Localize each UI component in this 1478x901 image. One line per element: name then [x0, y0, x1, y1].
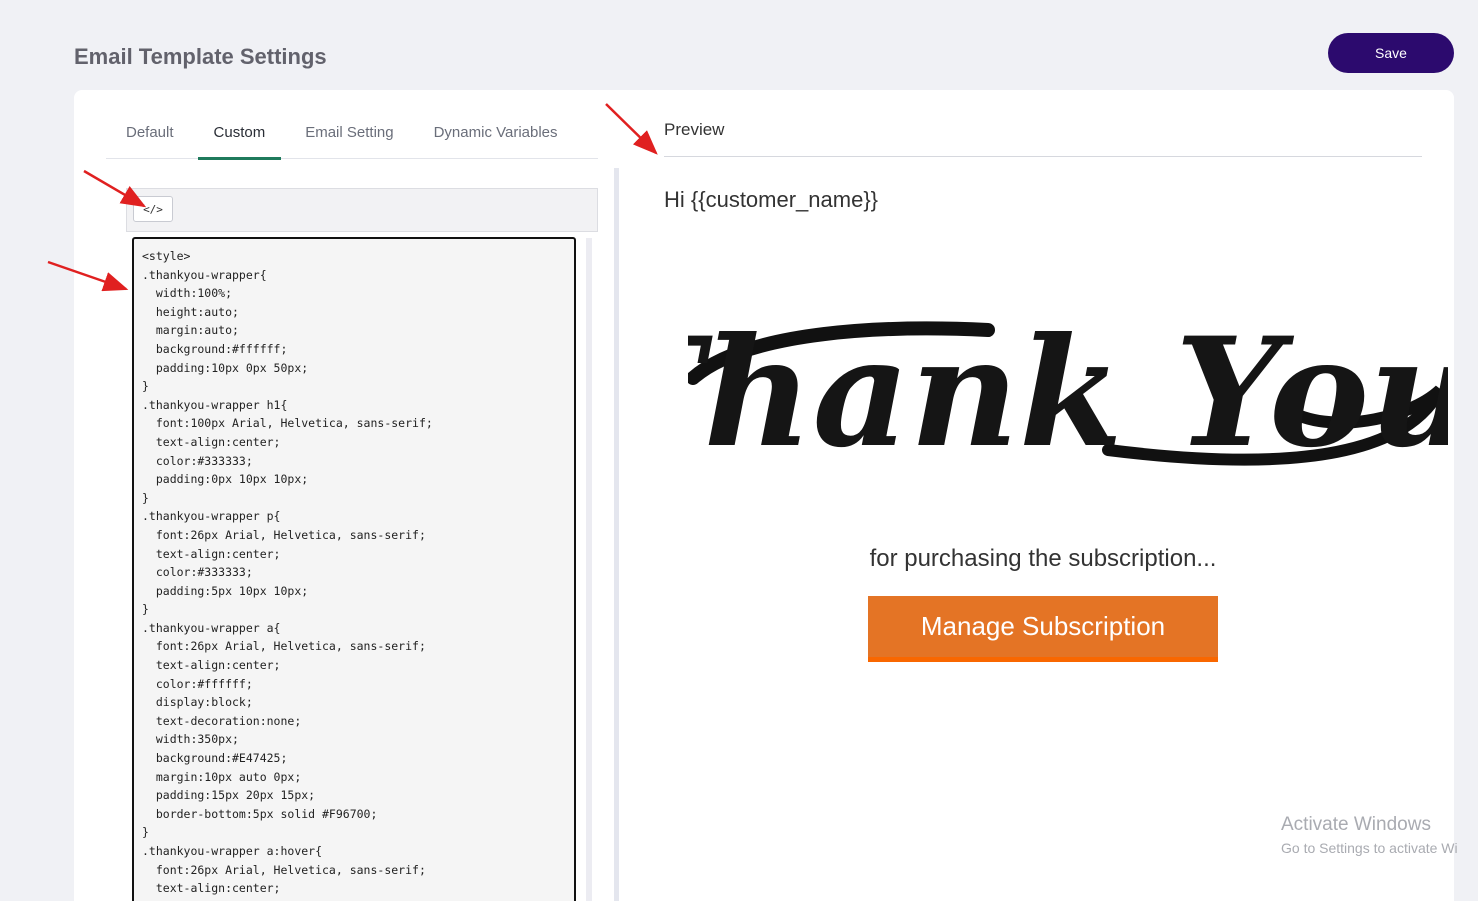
code-line: text-align:center;	[142, 546, 281, 561]
code-line: }	[142, 379, 149, 394]
code-line: }	[142, 490, 149, 505]
preview-divider	[664, 156, 1422, 157]
email-preview: Hi {{customer_name}} Thank You! for purc…	[664, 180, 1454, 880]
code-line: font:26px Arial, Helvetica, sans-serif;	[142, 862, 426, 877]
activate-windows-watermark: Activate Windows Go to Settings to activ…	[1281, 814, 1458, 856]
watermark-title: Activate Windows	[1281, 814, 1431, 835]
page-title: Email Template Settings	[74, 44, 327, 69]
preview-title: Preview	[664, 120, 725, 139]
code-line: }	[142, 602, 149, 617]
code-line: border-bottom:5px solid #F96700;	[142, 806, 378, 821]
code-line: color:#333333;	[142, 453, 253, 468]
code-line: .thankyou-wrapper a:hover{	[142, 844, 323, 858]
tab-default[interactable]: Default	[126, 118, 174, 159]
manage-subscription-button[interactable]: Manage Subscription	[868, 596, 1218, 662]
code-line: text-decoration:none;	[142, 713, 302, 728]
tab-dynamic-variables[interactable]: Dynamic Variables	[434, 118, 558, 159]
code-view-toggle-button[interactable]: </>	[133, 196, 173, 222]
code-line: .thankyou-wrapper h1{	[142, 397, 288, 412]
code-line: color:#ffffff;	[142, 676, 253, 691]
thank-you-art: Thank You!	[688, 305, 1448, 481]
code-line: text-align:center;	[142, 658, 281, 673]
code-line: padding:15px 20px 15px;	[142, 788, 316, 803]
code-line: font:26px Arial, Helvetica, sans-serif;	[142, 527, 426, 542]
code-line: font:100px Arial, Helvetica, sans-serif;	[142, 416, 433, 431]
code-line: color:#333333;	[142, 565, 253, 580]
settings-card: Default Custom Email Setting Dynamic Var…	[74, 90, 1454, 901]
editor-toolbar: </>	[126, 188, 598, 232]
code-line: text-align:center;	[142, 881, 281, 896]
watermark-subtitle: Go to Settings to activate Wi	[1281, 840, 1458, 856]
code-line: width:350px;	[142, 732, 239, 747]
code-line: margin:auto;	[142, 323, 239, 338]
code-line: background:#ffffff;	[142, 341, 288, 356]
code-line: font:26px Arial, Helvetica, sans-serif;	[142, 639, 426, 654]
greeting-text: Hi {{customer_name}}	[664, 187, 879, 212]
html-code-editor[interactable]: <style> .thankyou-wrapper{ width:100%; he…	[132, 237, 576, 901]
code-line: display:block;	[142, 695, 253, 710]
save-button[interactable]: Save	[1328, 33, 1454, 73]
code-line: .thankyou-wrapper{	[142, 267, 267, 282]
code-line: background:#E47425;	[142, 751, 288, 766]
code-line: width:100%;	[142, 286, 233, 301]
code-line: height:auto;	[142, 304, 239, 319]
thank-you-image: Thank You!	[688, 305, 1448, 481]
code-line: padding:10px 0px 50px;	[142, 360, 309, 375]
code-line: <style>	[142, 249, 191, 263]
purchase-message: for purchasing the subscription...	[869, 545, 1217, 572]
tab-email-setting[interactable]: Email Setting	[305, 118, 393, 159]
panel-divider[interactable]	[614, 168, 619, 901]
code-line: padding:0px 10px 10px;	[142, 472, 309, 487]
tab-custom[interactable]: Custom	[197, 118, 281, 160]
editor-scrollbar[interactable]	[586, 238, 592, 901]
code-line: padding:5px 10px 10px;	[142, 583, 309, 598]
code-line: text-align:center;	[142, 434, 281, 449]
code-line: .thankyou-wrapper a{	[142, 620, 281, 635]
code-line: .thankyou-wrapper p{	[142, 509, 281, 524]
code-line: }	[142, 825, 149, 840]
template-tabs: Default Custom Email Setting Dynamic Var…	[106, 118, 598, 160]
code-line: margin:10px auto 0px;	[142, 769, 302, 784]
